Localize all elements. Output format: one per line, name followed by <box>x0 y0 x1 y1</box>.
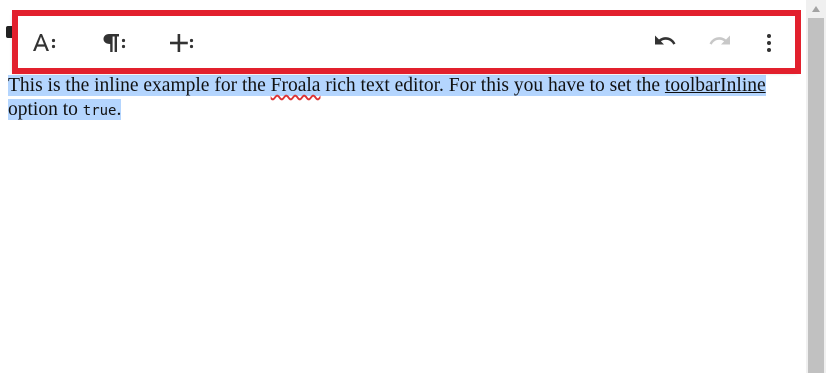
redo-icon <box>709 35 730 45</box>
redo-button[interactable] <box>702 26 738 60</box>
scroll-up-arrow-icon[interactable] <box>806 0 826 18</box>
vertical-scrollbar[interactable] <box>806 0 826 373</box>
froala-link[interactable]: Froala <box>271 75 321 96</box>
rich-text-editor[interactable]: This is the inline example for the Froal… <box>8 74 798 123</box>
editor-text-segment: option to <box>8 99 83 120</box>
page: This is the inline example for the Froal… <box>0 0 806 373</box>
insert-more-icon <box>170 34 194 52</box>
undo-icon <box>655 35 676 45</box>
scrollbar-thumb[interactable] <box>808 18 824 373</box>
more-options-button[interactable] <box>756 26 782 60</box>
undo-button[interactable] <box>647 26 683 60</box>
toolbarinline-link[interactable]: toolbarInline <box>665 75 766 96</box>
paragraph-format-button[interactable] <box>97 26 133 60</box>
selected-text[interactable]: This is the inline example for the Froal… <box>8 75 766 120</box>
paragraph-more-icon <box>103 34 126 52</box>
insert-button[interactable] <box>164 26 200 60</box>
code-inline: true <box>82 103 117 119</box>
inline-toolbar <box>13 13 797 71</box>
text-format-button[interactable] <box>27 26 63 60</box>
vertical-dots-icon <box>767 34 771 52</box>
text-format-more-icon <box>33 34 56 51</box>
editor-text-segment: rich text editor. For this you have to s… <box>320 75 665 96</box>
editor-text-segment: This is the inline example for the <box>8 75 271 96</box>
editor-text-segment: . <box>116 99 122 120</box>
